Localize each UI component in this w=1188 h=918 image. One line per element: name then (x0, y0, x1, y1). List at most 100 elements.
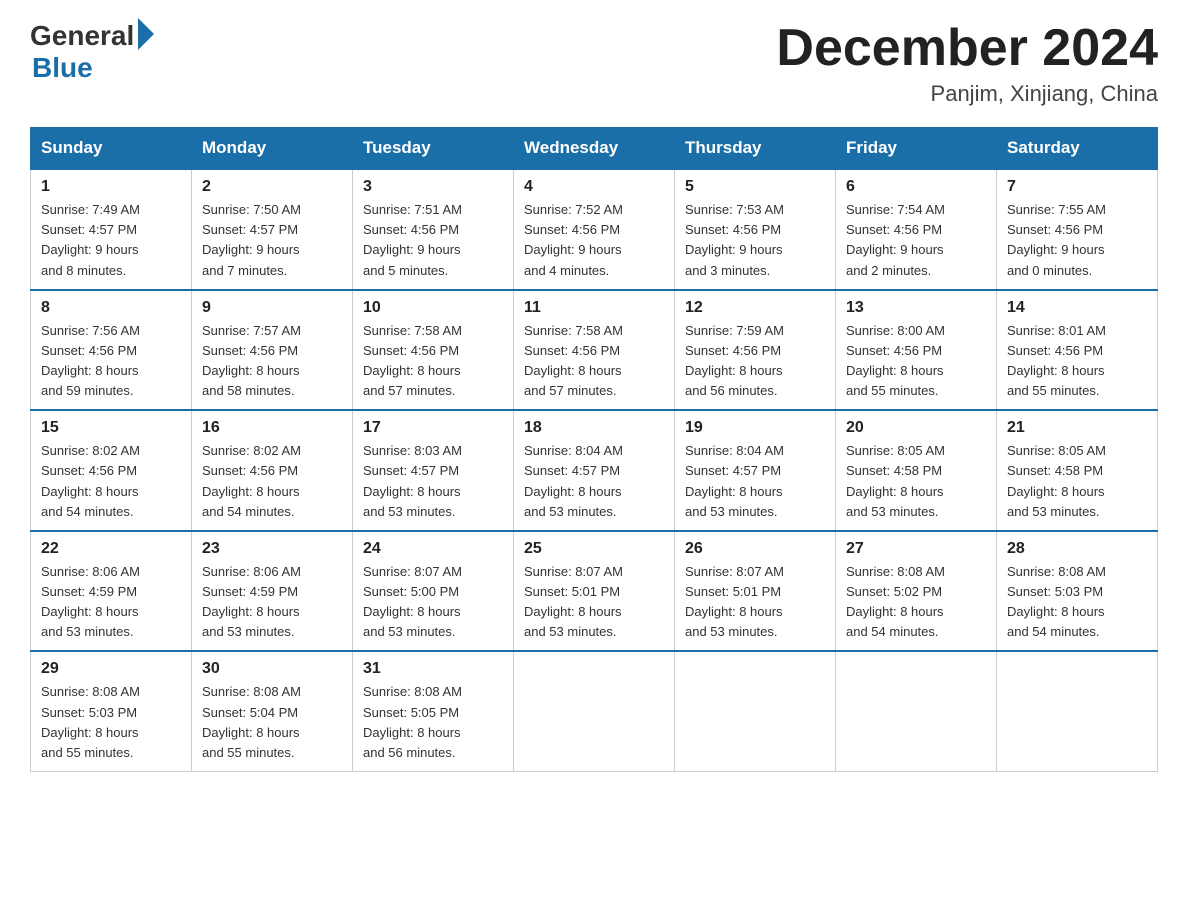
logo: General Blue (30, 20, 154, 84)
weekday-header-wednesday: Wednesday (514, 128, 675, 170)
calendar-cell: 12 Sunrise: 7:59 AM Sunset: 4:56 PM Dayli… (675, 290, 836, 411)
day-info: Sunrise: 8:00 AM Sunset: 4:56 PM Dayligh… (846, 321, 986, 402)
day-info: Sunrise: 8:07 AM Sunset: 5:01 PM Dayligh… (685, 562, 825, 643)
weekday-header-friday: Friday (836, 128, 997, 170)
day-number: 12 (685, 299, 825, 317)
day-number: 6 (846, 178, 986, 196)
calendar-cell: 30Sunrise: 8:08 AM Sunset: 5:04 PM Dayli… (192, 651, 353, 771)
weekday-header-tuesday: Tuesday (353, 128, 514, 170)
calendar-week-row: 8Sunrise: 7:56 AM Sunset: 4:56 PM Daylig… (31, 290, 1158, 411)
calendar-cell: 11Sunrise: 7:58 AM Sunset: 4:56 PM Dayli… (514, 290, 675, 411)
day-info: Sunrise: 7:57 AM Sunset: 4:56 PM Dayligh… (202, 321, 342, 402)
calendar-cell: 20 Sunrise: 8:05 AM Sunset: 4:58 PM Dayli… (836, 410, 997, 531)
day-number: 10 (363, 299, 503, 317)
day-info: Sunrise: 7:50 AM Sunset: 4:57 PM Dayligh… (202, 200, 342, 281)
page-header: General Blue December 2024 Panjim, Xinji… (30, 20, 1158, 107)
calendar-cell: 26 Sunrise: 8:07 AM Sunset: 5:01 PM Dayli… (675, 531, 836, 652)
day-info: Sunrise: 8:08 AM Sunset: 5:03 PM Dayligh… (1007, 562, 1147, 643)
calendar-cell: 15 Sunrise: 8:02 AM Sunset: 4:56 PM Dayli… (31, 410, 192, 531)
day-number: 19 (685, 419, 825, 437)
day-info: Sunrise: 8:08 AM Sunset: 5:03 PM Dayligh… (41, 682, 181, 763)
calendar-week-row: 15 Sunrise: 8:02 AM Sunset: 4:56 PM Dayli… (31, 410, 1158, 531)
calendar-header-row: SundayMondayTuesdayWednesdayThursdayFrid… (31, 128, 1158, 170)
calendar-cell (997, 651, 1158, 771)
day-number: 27 (846, 540, 986, 558)
day-info: Sunrise: 8:06 AM Sunset: 4:59 PM Dayligh… (202, 562, 342, 643)
day-number: 24 (363, 540, 503, 558)
weekday-header-sunday: Sunday (31, 128, 192, 170)
day-number: 3 (363, 178, 503, 196)
calendar-cell (836, 651, 997, 771)
weekday-header-monday: Monday (192, 128, 353, 170)
calendar-cell: 19 Sunrise: 8:04 AM Sunset: 4:57 PM Dayli… (675, 410, 836, 531)
calendar-cell: 3 Sunrise: 7:51 AM Sunset: 4:56 PM Daylig… (353, 169, 514, 290)
calendar-cell: 1 Sunrise: 7:49 AM Sunset: 4:57 PM Daylig… (31, 169, 192, 290)
calendar-week-row: 1 Sunrise: 7:49 AM Sunset: 4:57 PM Daylig… (31, 169, 1158, 290)
calendar-cell: 4 Sunrise: 7:52 AM Sunset: 4:56 PM Daylig… (514, 169, 675, 290)
calendar-table: SundayMondayTuesdayWednesdayThursdayFrid… (30, 127, 1158, 772)
calendar-cell: 31Sunrise: 8:08 AM Sunset: 5:05 PM Dayli… (353, 651, 514, 771)
calendar-cell: 27 Sunrise: 8:08 AM Sunset: 5:02 PM Dayli… (836, 531, 997, 652)
day-number: 11 (524, 299, 664, 317)
day-info: Sunrise: 7:59 AM Sunset: 4:56 PM Dayligh… (685, 321, 825, 402)
calendar-week-row: 29 Sunrise: 8:08 AM Sunset: 5:03 PM Dayli… (31, 651, 1158, 771)
calendar-cell: 13Sunrise: 8:00 AM Sunset: 4:56 PM Dayli… (836, 290, 997, 411)
day-info: Sunrise: 8:05 AM Sunset: 4:58 PM Dayligh… (846, 441, 986, 522)
day-info: Sunrise: 8:02 AM Sunset: 4:56 PM Dayligh… (41, 441, 181, 522)
day-number: 26 (685, 540, 825, 558)
day-info: Sunrise: 8:04 AM Sunset: 4:57 PM Dayligh… (524, 441, 664, 522)
calendar-cell: 9 Sunrise: 7:57 AM Sunset: 4:56 PM Daylig… (192, 290, 353, 411)
calendar-cell: 5Sunrise: 7:53 AM Sunset: 4:56 PM Daylig… (675, 169, 836, 290)
calendar-week-row: 22 Sunrise: 8:06 AM Sunset: 4:59 PM Dayli… (31, 531, 1158, 652)
day-number: 16 (202, 419, 342, 437)
day-info: Sunrise: 8:06 AM Sunset: 4:59 PM Dayligh… (41, 562, 181, 643)
day-info: Sunrise: 8:08 AM Sunset: 5:02 PM Dayligh… (846, 562, 986, 643)
weekday-header-thursday: Thursday (675, 128, 836, 170)
day-info: Sunrise: 7:52 AM Sunset: 4:56 PM Dayligh… (524, 200, 664, 281)
calendar-cell: 14Sunrise: 8:01 AM Sunset: 4:56 PM Dayli… (997, 290, 1158, 411)
day-info: Sunrise: 8:02 AM Sunset: 4:56 PM Dayligh… (202, 441, 342, 522)
calendar-cell: 25 Sunrise: 8:07 AM Sunset: 5:01 PM Dayli… (514, 531, 675, 652)
day-info: Sunrise: 8:05 AM Sunset: 4:58 PM Dayligh… (1007, 441, 1147, 522)
day-info: Sunrise: 8:01 AM Sunset: 4:56 PM Dayligh… (1007, 321, 1147, 402)
calendar-cell: 2Sunrise: 7:50 AM Sunset: 4:57 PM Daylig… (192, 169, 353, 290)
logo-general-text: General (30, 20, 134, 52)
calendar-cell: 10 Sunrise: 7:58 AM Sunset: 4:56 PM Dayli… (353, 290, 514, 411)
calendar-cell: 16 Sunrise: 8:02 AM Sunset: 4:56 PM Dayli… (192, 410, 353, 531)
day-number: 1 (41, 178, 181, 196)
calendar-cell: 28 Sunrise: 8:08 AM Sunset: 5:03 PM Dayli… (997, 531, 1158, 652)
calendar-cell: 18 Sunrise: 8:04 AM Sunset: 4:57 PM Dayli… (514, 410, 675, 531)
logo-blue-text: Blue (32, 52, 93, 84)
day-info: Sunrise: 7:55 AM Sunset: 4:56 PM Dayligh… (1007, 200, 1147, 281)
day-number: 15 (41, 419, 181, 437)
calendar-cell: 7 Sunrise: 7:55 AM Sunset: 4:56 PM Daylig… (997, 169, 1158, 290)
day-number: 22 (41, 540, 181, 558)
day-number: 25 (524, 540, 664, 558)
day-info: Sunrise: 8:07 AM Sunset: 5:01 PM Dayligh… (524, 562, 664, 643)
day-number: 9 (202, 299, 342, 317)
day-info: Sunrise: 7:51 AM Sunset: 4:56 PM Dayligh… (363, 200, 503, 281)
day-number: 7 (1007, 178, 1147, 196)
calendar-cell: 24Sunrise: 8:07 AM Sunset: 5:00 PM Dayli… (353, 531, 514, 652)
day-number: 17 (363, 419, 503, 437)
logo-arrow-icon (138, 18, 154, 50)
calendar-cell: 22 Sunrise: 8:06 AM Sunset: 4:59 PM Dayli… (31, 531, 192, 652)
weekday-header-saturday: Saturday (997, 128, 1158, 170)
day-info: Sunrise: 7:49 AM Sunset: 4:57 PM Dayligh… (41, 200, 181, 281)
day-info: Sunrise: 8:08 AM Sunset: 5:04 PM Dayligh… (202, 682, 342, 763)
day-number: 18 (524, 419, 664, 437)
day-info: Sunrise: 8:04 AM Sunset: 4:57 PM Dayligh… (685, 441, 825, 522)
title-area: December 2024 Panjim, Xinjiang, China (776, 20, 1158, 107)
day-number: 4 (524, 178, 664, 196)
day-info: Sunrise: 7:54 AM Sunset: 4:56 PM Dayligh… (846, 200, 986, 281)
calendar-cell (514, 651, 675, 771)
day-number: 28 (1007, 540, 1147, 558)
calendar-cell (675, 651, 836, 771)
calendar-cell: 6 Sunrise: 7:54 AM Sunset: 4:56 PM Daylig… (836, 169, 997, 290)
day-number: 29 (41, 660, 181, 678)
day-info: Sunrise: 7:58 AM Sunset: 4:56 PM Dayligh… (363, 321, 503, 402)
calendar-cell: 8Sunrise: 7:56 AM Sunset: 4:56 PM Daylig… (31, 290, 192, 411)
calendar-cell: 29 Sunrise: 8:08 AM Sunset: 5:03 PM Dayli… (31, 651, 192, 771)
day-number: 20 (846, 419, 986, 437)
calendar-cell: 17Sunrise: 8:03 AM Sunset: 4:57 PM Dayli… (353, 410, 514, 531)
